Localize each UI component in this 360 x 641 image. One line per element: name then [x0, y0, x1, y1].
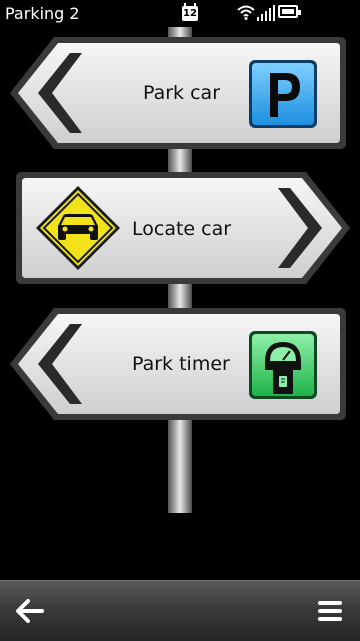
park-timer-label: Park timer [132, 353, 230, 375]
signal-icon [257, 5, 275, 21]
park-car-sign[interactable]: Park car [8, 35, 348, 153]
locate-car-sign[interactable]: Locate car [14, 170, 354, 288]
car-warning-icon [36, 186, 120, 270]
back-arrow-icon[interactable] [14, 597, 46, 625]
status-bar: Parking 2 12 [0, 0, 360, 27]
battery-icon [278, 5, 301, 18]
parking-p-icon [249, 60, 317, 128]
calendar-icon: 12 [182, 3, 198, 21]
parking-meter-icon [249, 331, 317, 399]
bottom-toolbar [0, 580, 360, 641]
park-car-label: Park car [143, 82, 221, 104]
app-title: Parking 2 [5, 4, 80, 23]
wifi-icon [237, 5, 255, 20]
menu-icon[interactable] [316, 599, 344, 623]
park-timer-sign[interactable]: Park timer [8, 306, 348, 424]
locate-car-label: Locate car [132, 218, 232, 240]
